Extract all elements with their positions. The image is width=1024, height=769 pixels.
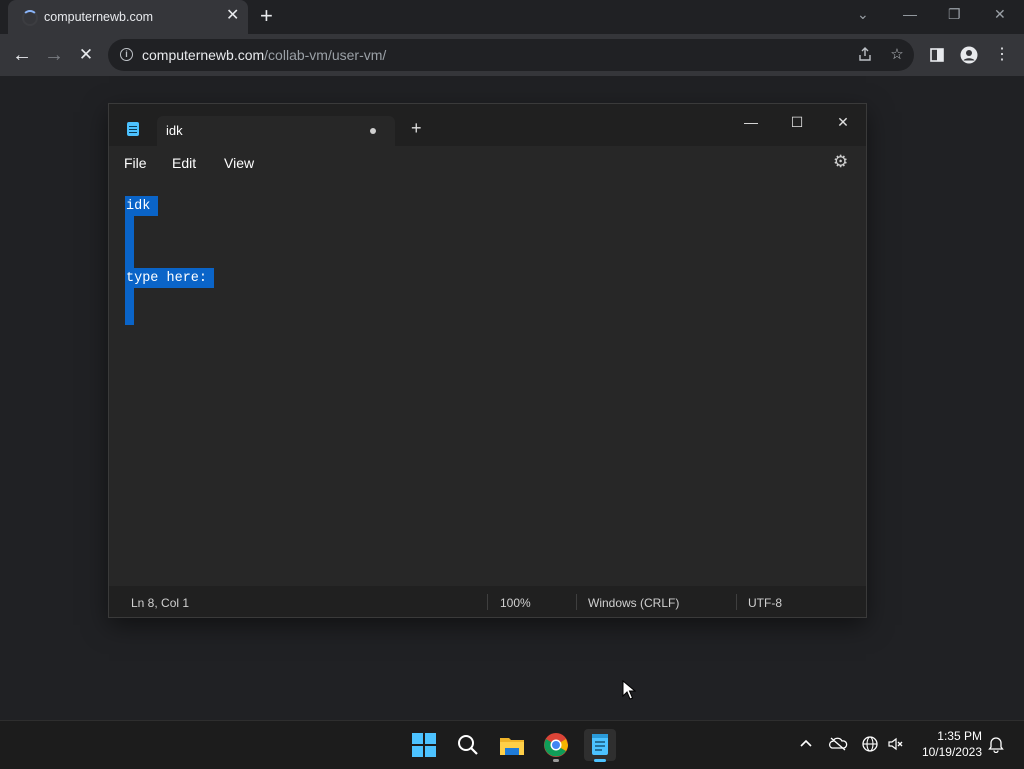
system-clock[interactable]: 1:35 PM 10/19/2023 [912, 728, 982, 760]
url-text[interactable]: computernewb.com/collab-vm/user-vm/ [142, 47, 386, 63]
notepad-tab[interactable]: idk [157, 116, 395, 146]
start-icon[interactable] [408, 729, 440, 761]
file-explorer-icon[interactable] [496, 729, 528, 761]
side-panel-icon[interactable] [925, 43, 949, 67]
tab-search-icon[interactable]: ⌄ [857, 5, 869, 23]
status-divider [487, 594, 488, 610]
encoding: UTF-8 [748, 596, 782, 610]
network-icon[interactable] [860, 734, 880, 754]
browser-restore-button[interactable]: ❐ [948, 5, 961, 23]
onedrive-icon[interactable] [828, 734, 848, 754]
stop-loading-icon[interactable]: ✕ [74, 43, 98, 67]
running-indicator [553, 759, 559, 762]
notepad-statusbar: Ln 8, Col 1 100% Windows (CRLF) UTF-8 [109, 586, 866, 617]
status-divider [576, 594, 577, 610]
notepad-window: idk + — ☐ ✕ File Edit View ⚙ idk type he… [109, 104, 866, 617]
clock-date: 10/19/2023 [921, 745, 982, 759]
forward-arrow-icon[interactable]: → [42, 43, 66, 67]
line-ending: Windows (CRLF) [588, 596, 680, 610]
menu-view[interactable]: View [224, 155, 254, 171]
volume-muted-icon[interactable] [885, 734, 905, 754]
unsaved-dot-icon[interactable] [370, 128, 376, 134]
menu-file[interactable]: File [124, 155, 147, 171]
bookmark-star-icon[interactable]: ☆ [888, 46, 906, 64]
url-path: /collab-vm/user-vm/ [264, 47, 387, 63]
notepad-close-button[interactable]: ✕ [823, 109, 863, 135]
site-info-icon[interactable]: i [120, 48, 133, 61]
notepad-titlebar: idk + — ☐ ✕ [109, 104, 866, 146]
chrome-icon[interactable] [540, 729, 572, 762]
profile-icon[interactable] [957, 43, 981, 67]
zoom-level: 100% [500, 596, 531, 610]
browser-minimize-button[interactable]: — [903, 5, 917, 23]
clock-time: 1:35 PM [937, 729, 982, 743]
chevron-up-icon[interactable] [796, 734, 816, 754]
text-line-4: type here: [126, 271, 208, 286]
address-bar[interactable]: i computernewb.com/collab-vm/user-vm/ ☆ [108, 39, 914, 71]
browser-tabstrip: computernewb.com ✕ + ⌄ — ❐ ✕ [0, 0, 1024, 34]
tab-close-icon[interactable]: ✕ [226, 7, 239, 25]
search-icon[interactable] [452, 729, 484, 761]
menu-edit[interactable]: Edit [172, 155, 196, 171]
browser-close-button[interactable]: ✕ [994, 5, 1006, 23]
browser-tab[interactable]: computernewb.com ✕ [8, 0, 248, 34]
text-editor[interactable]: idk type here: [109, 180, 866, 586]
text-line-1: idk [126, 199, 151, 214]
browser-tab-title: computernewb.com [44, 10, 154, 24]
active-indicator [594, 759, 606, 762]
url-host: computernewb.com [142, 47, 265, 63]
cursor-position: Ln 8, Col 1 [131, 596, 190, 610]
new-tab-button[interactable]: + [260, 4, 273, 28]
notification-bell-icon[interactable] [986, 734, 1006, 754]
back-arrow-icon[interactable]: ← [10, 43, 34, 67]
selection-highlight [125, 288, 134, 325]
notepad-icon[interactable] [584, 729, 616, 762]
share-icon[interactable] [856, 46, 874, 64]
loading-spinner-icon [22, 10, 38, 26]
mouse-pointer-icon [622, 679, 637, 705]
notepad-menubar: File Edit View ⚙ [109, 146, 866, 180]
kebab-menu-icon[interactable]: ⋮ [990, 43, 1014, 67]
selection-highlight [125, 216, 134, 268]
notepad-tab-title: idk [166, 123, 183, 138]
status-divider [736, 594, 737, 610]
notepad-app-icon [127, 122, 139, 136]
settings-gear-icon[interactable]: ⚙ [833, 153, 848, 171]
notepad-maximize-button[interactable]: ☐ [777, 109, 817, 135]
browser-toolbar: ← → ✕ i computernewb.com/collab-vm/user-… [0, 34, 1024, 76]
notepad-minimize-button[interactable]: — [731, 109, 771, 135]
taskbar: 1:35 PM 10/19/2023 [0, 720, 1024, 769]
notepad-new-tab-button[interactable]: + [411, 119, 422, 137]
